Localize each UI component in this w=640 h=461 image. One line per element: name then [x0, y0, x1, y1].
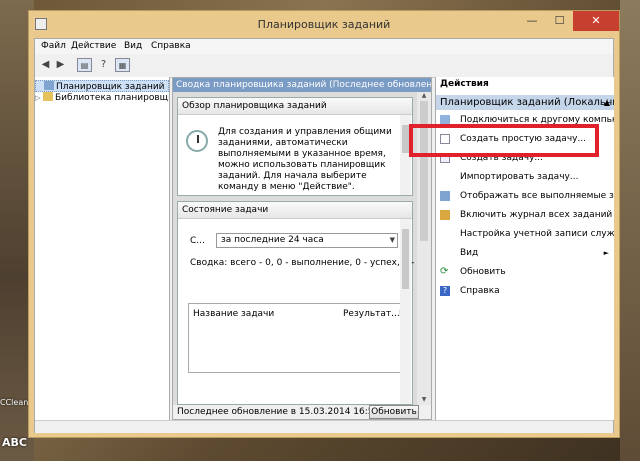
back-arrow-icon[interactable]: ◀: [38, 58, 53, 72]
last-update-text: Последнее обновление в 15.03.2014 16:50:…: [177, 407, 394, 417]
forward-arrow-icon[interactable]: ▶: [53, 58, 68, 72]
overview-text: Для создания и управления общими задания…: [218, 127, 392, 192]
show-tree-icon[interactable]: ▤: [77, 58, 92, 72]
summary-pane: Сводка планировщика заданий (Последнее о…: [172, 77, 432, 420]
col-task-name[interactable]: Название задачи: [193, 309, 274, 319]
action-import-task[interactable]: Импортировать задачу...: [436, 171, 614, 184]
navigation-tree: Планировщик заданий (Локальный) ▷Библиот…: [35, 77, 170, 420]
close-button[interactable]: ✕: [573, 11, 619, 31]
tree-item-library[interactable]: ▷Библиотека планировщика заданий: [35, 92, 169, 104]
task-status-table: Название задачи Результат... Н: [188, 303, 406, 373]
refresh-icon: ⟳: [440, 266, 449, 277]
task-status-section: Состояние задачи С... за последние 24 ча…: [177, 201, 431, 405]
scheduler-icon: [44, 81, 54, 90]
overview-section: Обзор планировщика заданий Для создания …: [177, 97, 413, 196]
title-bar[interactable]: Планировщик заданий — ☐ ✕: [29, 11, 619, 38]
menu-bar: Файл Действие Вид Справка: [35, 39, 613, 54]
desktop-icon-abc[interactable]: ABC: [2, 436, 27, 449]
collapse-icon[interactable]: ▲: [604, 95, 610, 110]
tree-item-root[interactable]: Планировщик заданий (Локальный): [35, 80, 169, 92]
maximize-button[interactable]: ☐: [546, 11, 573, 31]
task-scheduler-window: Планировщик заданий — ☐ ✕ Файл Действие …: [28, 10, 620, 438]
actions-title: Действия: [440, 79, 489, 89]
help-icon: ?: [440, 286, 450, 296]
actions-subtitle[interactable]: Планировщик заданий (Локальный) ▲: [436, 95, 614, 110]
toolbar: ◀ ▶ ▤ ? ▦: [35, 54, 613, 78]
overview-title[interactable]: Обзор планировщика заданий: [178, 98, 412, 115]
desktop-background-right: [620, 0, 640, 461]
period-select[interactable]: за последние 24 часа ▼: [216, 233, 398, 248]
desktop-icon-ccleaner[interactable]: CClean: [0, 398, 28, 407]
folder-icon: [43, 92, 53, 101]
summary-body: Обзор планировщика заданий Для создания …: [173, 92, 431, 405]
menu-action[interactable]: Действие: [71, 41, 116, 51]
expand-arrow-icon[interactable]: ▷: [35, 92, 43, 104]
minimize-button[interactable]: —: [518, 11, 546, 31]
submenu-arrow-icon: ►: [603, 249, 609, 257]
task-status-title[interactable]: Состояние задачи: [178, 202, 412, 219]
chevron-down-icon: ▼: [389, 236, 395, 244]
col-result[interactable]: Результат...: [343, 309, 400, 319]
annotation-highlight-box: [409, 124, 599, 157]
menu-file[interactable]: Файл: [41, 41, 66, 51]
running-tasks-icon: [440, 191, 450, 201]
action-view[interactable]: Вид ►: [436, 247, 614, 260]
history-icon: [440, 210, 450, 220]
status-scrollbar[interactable]: [400, 219, 411, 404]
menu-view[interactable]: Вид: [124, 41, 142, 51]
clock-icon: [186, 130, 208, 152]
menu-help[interactable]: Справка: [151, 41, 191, 51]
summary-header: Сводка планировщика заданий (Последнее о…: [173, 78, 431, 92]
show-action-pane-icon[interactable]: ▦: [115, 58, 130, 72]
client-area: Файл Действие Вид Справка ◀ ▶ ▤ ? ▦ План…: [34, 38, 614, 433]
status-bar: [35, 420, 613, 433]
action-enable-history[interactable]: Включить журнал всех заданий: [436, 209, 614, 222]
status-combo-label: С...: [190, 236, 205, 246]
action-refresh[interactable]: ⟳ Обновить: [436, 266, 614, 279]
action-show-running[interactable]: Отображать все выполняемые задачи: [436, 190, 614, 203]
action-at-account[interactable]: Настройка учетной записи службы AT...: [436, 228, 614, 241]
status-summary: Сводка: всего - 0, 0 - выполнение, 0 - у…: [190, 258, 432, 268]
action-help[interactable]: ? Справка: [436, 285, 614, 298]
help-toolbar-icon[interactable]: ?: [96, 58, 111, 72]
summary-footer: Последнее обновление в 15.03.2014 16:50:…: [173, 405, 431, 419]
refresh-button[interactable]: Обновить: [369, 405, 419, 419]
